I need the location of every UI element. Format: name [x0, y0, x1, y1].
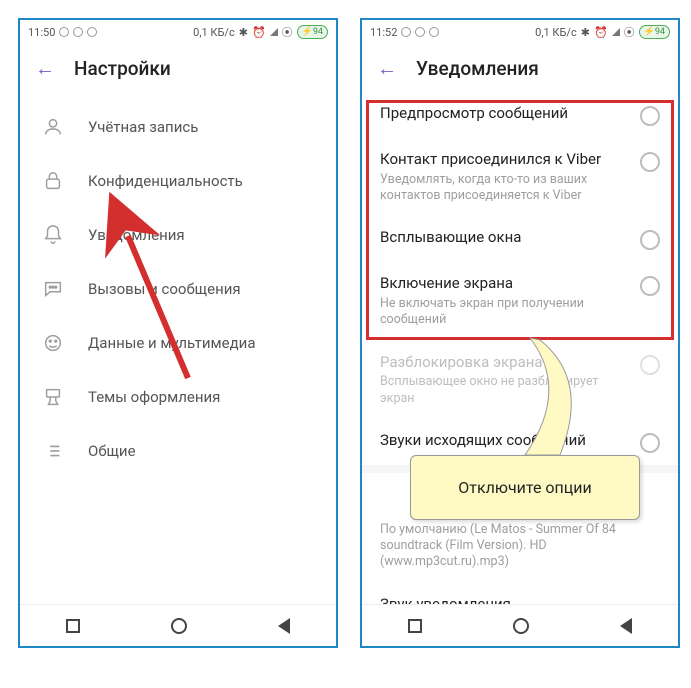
- app-header: ← Настройки: [20, 44, 336, 92]
- chat-icon: [40, 276, 66, 302]
- app-header: ← Уведомления: [362, 44, 678, 92]
- nav-home-icon[interactable]: [171, 618, 187, 634]
- bluetooth-icon: ✱: [581, 26, 590, 39]
- nav-back-icon[interactable]: [620, 618, 632, 634]
- status-gear-icon: [87, 27, 97, 37]
- settings-item-general[interactable]: Общие: [20, 424, 336, 478]
- battery-icon: ⚡94: [639, 25, 670, 39]
- status-gear-icon: [73, 27, 83, 37]
- status-data-rate: 0,1 КБ/с: [535, 26, 577, 39]
- status-gear-icon: [429, 27, 439, 37]
- notif-title: Разблокировка экрана: [380, 353, 630, 372]
- nav-recent-icon[interactable]: [408, 619, 422, 633]
- alarm-icon: ⏰: [252, 26, 266, 39]
- signal-icon: [612, 28, 620, 36]
- back-icon[interactable]: ←: [376, 57, 398, 79]
- bell-icon: [40, 222, 66, 248]
- notification-list: Предпросмотр сообщений Контакт присоедин…: [362, 92, 678, 625]
- settings-item-label: Общие: [88, 442, 136, 460]
- notif-subtitle: Уведомлять, когда кто-то из ваших контак…: [380, 172, 630, 205]
- status-gear-icon: [415, 27, 425, 37]
- notif-item-screen-on[interactable]: Включение экрана Не включать экран при п…: [362, 262, 678, 340]
- settings-item-label: Темы оформления: [88, 388, 220, 406]
- notif-title: Предпросмотр сообщений: [380, 104, 630, 123]
- notif-item-popups[interactable]: Всплывающие окна: [362, 216, 678, 262]
- page-title: Уведомления: [416, 57, 539, 80]
- bluetooth-icon: ✱: [239, 26, 248, 39]
- status-time: 11:50: [28, 26, 55, 39]
- notif-item-preview[interactable]: Предпросмотр сообщений: [362, 92, 678, 138]
- toggle-radio: [640, 355, 660, 375]
- status-gear-icon: [59, 27, 69, 37]
- settings-item-themes[interactable]: Темы оформления: [20, 370, 336, 424]
- settings-item-privacy[interactable]: Конфиденциальность: [20, 154, 336, 208]
- nav-bar: [20, 604, 336, 646]
- settings-item-label: Учётная запись: [88, 118, 198, 136]
- notif-item-unlock: Разблокировка экрана Всплывающее окно не…: [362, 341, 678, 419]
- brush-icon: [40, 384, 66, 410]
- notif-item-contact-joined[interactable]: Контакт присоединился к Viber Уведомлять…: [362, 138, 678, 216]
- battery-icon: ⚡94: [297, 25, 328, 39]
- toggle-radio[interactable]: [640, 433, 660, 453]
- settings-item-calls[interactable]: Вызовы и сообщения: [20, 262, 336, 316]
- toggle-radio[interactable]: [640, 152, 660, 172]
- user-icon: [40, 114, 66, 140]
- back-icon[interactable]: ←: [34, 57, 56, 79]
- status-data-rate: 0,1 КБ/с: [193, 26, 235, 39]
- media-icon: [40, 330, 66, 356]
- notif-title: Контакт присоединился к Viber: [380, 150, 630, 169]
- signal-icon: [270, 28, 278, 36]
- notif-title: Всплывающие окна: [380, 228, 630, 247]
- alarm-icon: ⏰: [594, 26, 608, 39]
- toggle-radio[interactable]: [640, 276, 660, 296]
- wifi-icon: ⦿: [624, 24, 635, 40]
- settings-item-notifications[interactable]: Уведомления: [20, 208, 336, 262]
- page-title: Настройки: [74, 57, 171, 80]
- status-bar: 11:52 0,1 КБ/с ✱ ⏰ ⦿ ⚡94: [362, 20, 678, 44]
- nav-bar: [362, 604, 678, 646]
- notif-title: Звуки исходящих сообщений: [380, 431, 630, 450]
- phone-notifications: 11:52 0,1 КБ/с ✱ ⏰ ⦿ ⚡94 ← Уведомления П…: [360, 18, 680, 648]
- settings-item-account[interactable]: Учётная запись: [20, 100, 336, 154]
- toggle-radio[interactable]: [640, 106, 660, 126]
- nav-home-icon[interactable]: [513, 618, 529, 634]
- settings-item-label: Вызовы и сообщения: [88, 280, 241, 298]
- callout-text: Отключите опции: [458, 478, 591, 497]
- list-icon: [40, 438, 66, 464]
- annotation-callout: Отключите опции: [410, 455, 640, 520]
- phone-settings: 11:50 0,1 КБ/с ✱ ⏰ ⦿ ⚡94 ← Настройки: [18, 18, 338, 648]
- settings-item-label: Данные и мультимедиа: [88, 334, 255, 352]
- wifi-icon: ⦿: [282, 24, 293, 40]
- status-bar: 11:50 0,1 КБ/с ✱ ⏰ ⦿ ⚡94: [20, 20, 336, 44]
- notif-subtitle: Всплывающее окно не разблокирует экран: [380, 374, 630, 407]
- notif-title: Включение экрана: [380, 274, 630, 293]
- settings-item-label: Уведомления: [88, 226, 185, 244]
- status-time: 11:52: [370, 26, 397, 39]
- status-gear-icon: [401, 27, 411, 37]
- toggle-radio[interactable]: [640, 230, 660, 250]
- notif-subtitle: Не включать экран при получении сообщени…: [380, 296, 630, 329]
- nav-back-icon[interactable]: [278, 618, 290, 634]
- settings-item-media[interactable]: Данные и мультимедиа: [20, 316, 336, 370]
- settings-item-label: Конфиденциальность: [88, 172, 243, 190]
- settings-list: Учётная запись Конфиденциальность Уведом…: [20, 92, 336, 486]
- nav-recent-icon[interactable]: [66, 619, 80, 633]
- notif-subtitle: По умолчанию (Le Matos - Summer Of 84 so…: [380, 522, 660, 571]
- lock-icon: [40, 168, 66, 194]
